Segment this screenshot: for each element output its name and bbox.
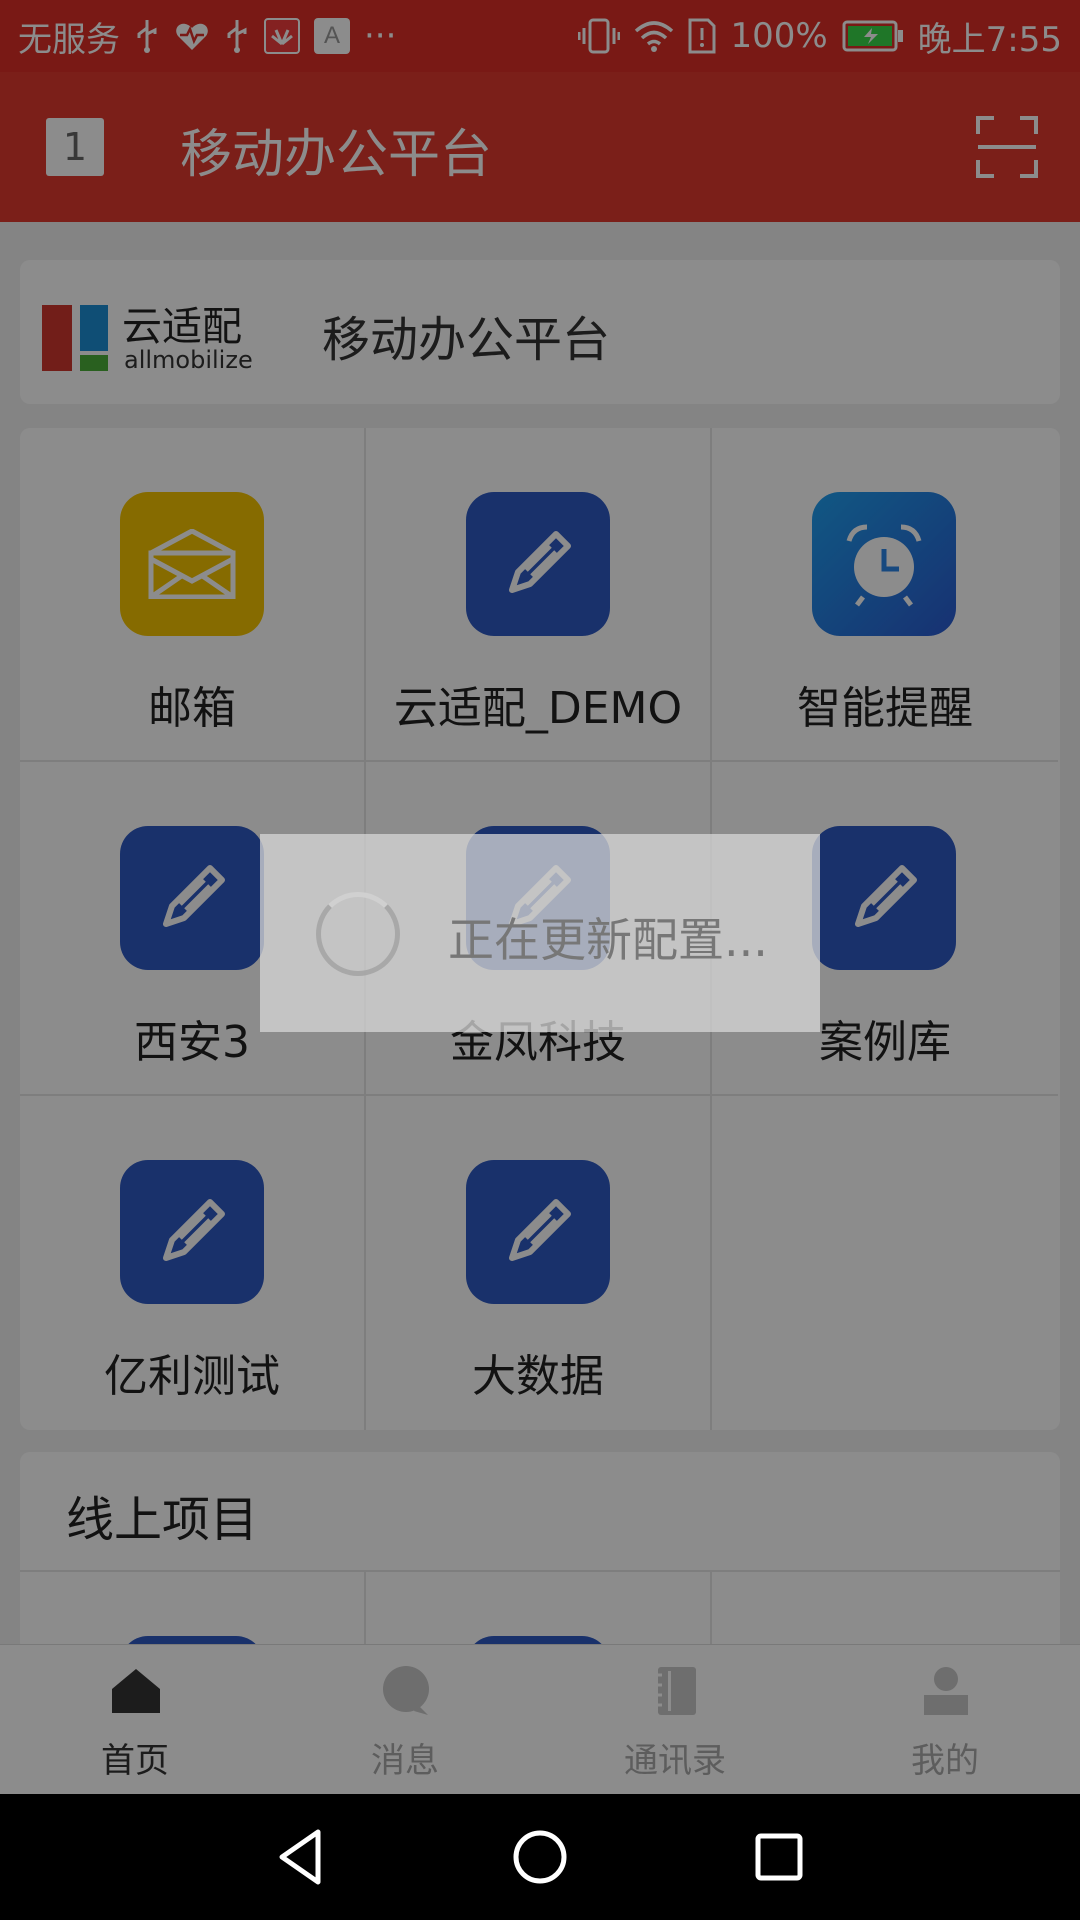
system-nav-bar: [0, 1794, 1080, 1920]
loading-dialog: 正在更新配置...: [260, 834, 820, 1032]
home-circle-icon[interactable]: [507, 1824, 573, 1890]
loading-text: 正在更新配置...: [448, 913, 768, 967]
spinner-icon: [316, 892, 400, 976]
back-icon[interactable]: [270, 1824, 336, 1890]
recents-icon[interactable]: [746, 1824, 812, 1890]
